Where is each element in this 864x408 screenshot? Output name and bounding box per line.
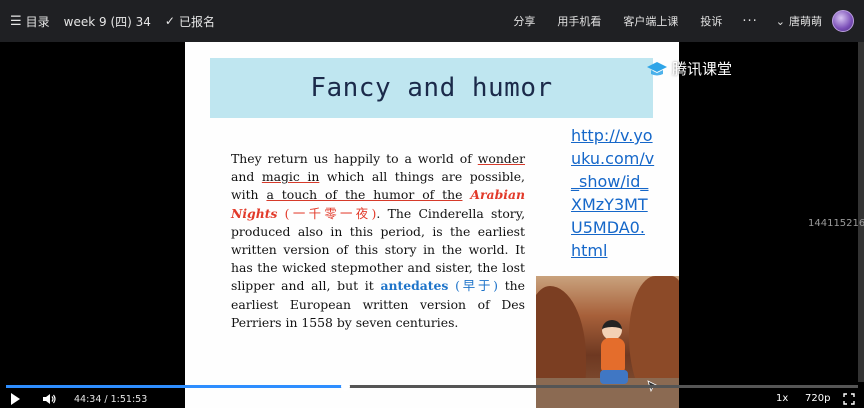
text-antedates-cn: (早于) — [448, 278, 505, 294]
registered-label: 已报名 — [178, 14, 215, 29]
text-segment: They return us happily to a world of — [231, 151, 478, 166]
watermark-label: 腾讯课堂 — [672, 60, 733, 78]
time-display: 44:34 / 1:51:53 — [74, 394, 148, 405]
side-scrollbar[interactable] — [858, 42, 864, 382]
course-title: week 9 (四) 34 — [63, 14, 151, 29]
watch-on-phone-button[interactable]: 用手机看 — [557, 13, 601, 29]
user-menu[interactable]: ⌄ 唐萌萌 — [776, 10, 854, 32]
client-class-button[interactable]: 客户端上课 — [623, 13, 678, 29]
volume-icon[interactable] — [42, 393, 56, 405]
complaint-button[interactable]: 投诉 — [700, 13, 722, 29]
text-antedates: antedates — [380, 278, 449, 294]
tencent-classroom-watermark: 腾讯课堂 — [646, 58, 732, 79]
player-controls: 44:34 / 1:51:53 1x 720p — [0, 390, 864, 408]
registered-status: ✓ 已报名 — [165, 13, 215, 30]
more-button[interactable]: ··· — [742, 14, 757, 29]
play-icon[interactable] — [10, 393, 20, 405]
catalog-button[interactable]: ☰ 目录 — [10, 13, 50, 30]
menu-icon: ☰ — [10, 13, 22, 29]
progress-bar[interactable] — [6, 382, 858, 391]
text-touch-of-humor: a touch of the humor of the — [266, 187, 463, 203]
top-bar: ☰ 目录 week 9 (四) 34 ✓ 已报名 分享 用手机看 客户端上课 投… — [0, 0, 864, 42]
slide-body-text: They return us happily to a world of won… — [231, 150, 525, 332]
catalog-label: 目录 — [25, 14, 50, 29]
text-wonder: wonder — [477, 151, 525, 166]
slide: Fancy and humor They return us happily t… — [185, 42, 679, 408]
slide-title-box: Fancy and humor — [210, 58, 653, 118]
speed-button[interactable]: 1x — [776, 393, 788, 404]
youku-link[interactable]: http://v.youku.com/v_show/id_XMzY3MTU5MD… — [571, 124, 655, 262]
tencent-classroom-logo-icon — [647, 61, 667, 75]
user-name: 唐萌萌 — [789, 15, 822, 28]
slide-title: Fancy and humor — [310, 73, 553, 103]
text-magic-in: magic in — [261, 169, 320, 185]
share-button[interactable]: 分享 — [513, 13, 535, 29]
text-segment: and — [231, 169, 262, 185]
viewer-id: 1441152163 — [808, 218, 864, 229]
check-icon: ✓ — [164, 14, 175, 28]
quality-button[interactable]: 720p — [805, 393, 830, 404]
avatar[interactable] — [832, 10, 854, 32]
fullscreen-icon[interactable] — [843, 393, 855, 405]
progress-fill — [6, 385, 346, 388]
text-arabian-nights-cn: (一千零一夜) — [277, 205, 377, 221]
chevron-down-icon: ⌄ — [775, 14, 785, 28]
